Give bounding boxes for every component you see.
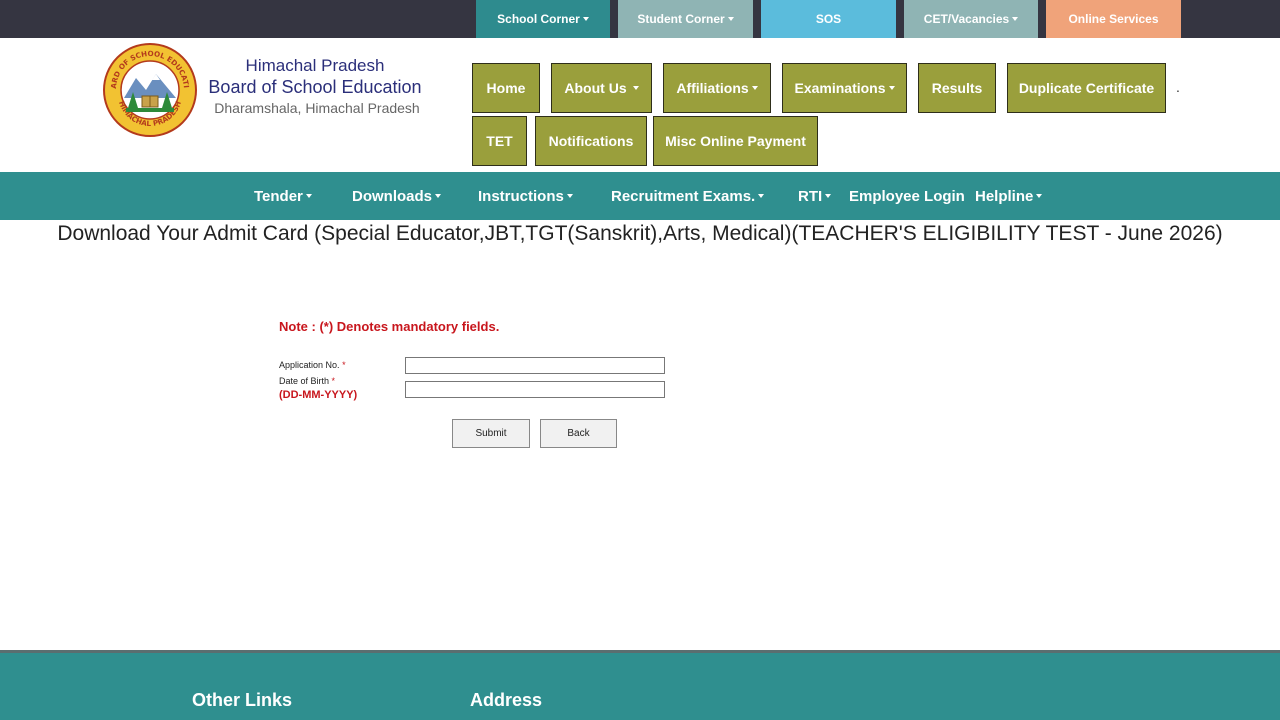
- dob-label-text: Date of Birth: [279, 376, 330, 386]
- chevron-down-icon: [582, 17, 589, 21]
- org-name-line2: Board of School Education: [208, 77, 422, 97]
- nav2-tender[interactable]: Tender: [254, 172, 312, 220]
- nav2-tender-label: Tender: [254, 187, 303, 205]
- nav-affiliations[interactable]: Affiliations: [663, 63, 771, 113]
- nav-misc-online-payment-label: Misc Online Payment: [665, 133, 806, 149]
- application-no-label-text: Application No.: [279, 360, 340, 370]
- school-corner-menu[interactable]: School Corner: [476, 0, 610, 38]
- chevron-down-icon: [1036, 194, 1043, 198]
- nav-results[interactable]: Results: [918, 63, 996, 113]
- required-mark: *: [331, 376, 336, 386]
- student-corner-label: Student Corner: [637, 12, 725, 26]
- dob-input[interactable]: [405, 381, 665, 398]
- chevron-down-icon: [758, 194, 765, 198]
- online-services-button[interactable]: Online Services: [1046, 0, 1181, 38]
- chevron-down-icon: [305, 194, 312, 198]
- nav-results-label: Results: [931, 80, 983, 96]
- nav2-employee-login-label: Employee Login: [849, 187, 965, 205]
- student-corner-menu[interactable]: Student Corner: [618, 0, 753, 38]
- secondary-nav: Tender Downloads Instructions Recruitmen…: [0, 172, 1280, 220]
- nav2-instructions[interactable]: Instructions: [478, 172, 573, 220]
- nav2-rti[interactable]: RTI: [798, 172, 832, 220]
- top-bar: School Corner Student Corner SOS CET/Vac…: [0, 0, 1280, 38]
- nav2-instructions-label: Instructions: [478, 187, 564, 205]
- back-button[interactable]: Back: [540, 419, 617, 448]
- chevron-down-icon: [566, 194, 573, 198]
- dob-label: Date of Birth *: [279, 376, 335, 386]
- chevron-down-icon: [727, 17, 734, 21]
- submit-button[interactable]: Submit: [452, 419, 530, 448]
- org-name-line1: Himachal Pradesh: [245, 56, 385, 75]
- chevron-down-icon: [435, 194, 442, 198]
- chevron-down-icon: [751, 86, 758, 90]
- board-logo[interactable]: BOARD OF SCHOOL EDUCATION HIMACHAL PRADE…: [102, 42, 198, 138]
- nav-duplicate-certificate[interactable]: Duplicate Certificate: [1007, 63, 1166, 113]
- application-no-input[interactable]: [405, 357, 665, 374]
- chevron-down-icon: [888, 86, 895, 90]
- org-location: Dharamshala, Himachal Pradesh: [214, 100, 420, 116]
- nav-misc-online-payment[interactable]: Misc Online Payment: [653, 116, 818, 166]
- chevron-down-icon: [825, 194, 832, 198]
- nav2-helpline-label: Helpline: [975, 187, 1034, 205]
- nav-examinations-label: Examinations: [794, 80, 886, 96]
- dob-format-hint: (DD-MM-YYYY): [279, 389, 358, 401]
- nav2-recruitment-exams[interactable]: Recruitment Exams.: [611, 172, 765, 220]
- cet-vacancies-menu[interactable]: CET/Vacancies: [904, 0, 1038, 38]
- application-no-label: Application No. *: [279, 360, 346, 370]
- nav-notifications[interactable]: Notifications: [535, 116, 647, 166]
- nav-affiliations-label: Affiliations: [676, 80, 749, 96]
- nav-tet[interactable]: TET: [472, 116, 527, 166]
- nav-tet-label: TET: [486, 133, 513, 149]
- nav2-recruitment-exams-label: Recruitment Exams.: [611, 187, 756, 205]
- footer-address-title: Address: [470, 690, 543, 710]
- school-corner-label: School Corner: [497, 12, 580, 26]
- nav-home[interactable]: Home: [472, 63, 540, 113]
- chevron-down-icon: [1012, 17, 1019, 21]
- online-services-label: Online Services: [1068, 12, 1159, 26]
- sos-button[interactable]: SOS: [761, 0, 896, 38]
- page-title: Download Your Admit Card (Special Educat…: [57, 222, 1223, 245]
- nav-home-label: Home: [486, 80, 526, 96]
- nav2-employee-login[interactable]: Employee Login: [849, 172, 965, 220]
- nav-about-us[interactable]: About Us: [551, 63, 652, 113]
- nav2-helpline[interactable]: Helpline: [975, 172, 1043, 220]
- required-mark: *: [342, 360, 346, 370]
- chevron-down-icon: [632, 86, 639, 90]
- nav-about-us-label: About Us: [564, 80, 627, 96]
- nav2-rti-label: RTI: [798, 187, 823, 205]
- cet-vacancies-label: CET/Vacancies: [923, 12, 1010, 26]
- nav2-downloads[interactable]: Downloads: [352, 172, 442, 220]
- nav2-downloads-label: Downloads: [352, 187, 433, 205]
- nav-duplicate-certificate-label: Duplicate Certificate: [1018, 80, 1155, 96]
- nav-notifications-label: Notifications: [548, 133, 634, 149]
- footer-other-links-title: Other Links: [192, 690, 293, 710]
- sos-label: SOS: [815, 12, 842, 26]
- mandatory-note: Note : (*) Denotes mandatory fields.: [279, 319, 500, 334]
- nav-examinations[interactable]: Examinations: [782, 63, 907, 113]
